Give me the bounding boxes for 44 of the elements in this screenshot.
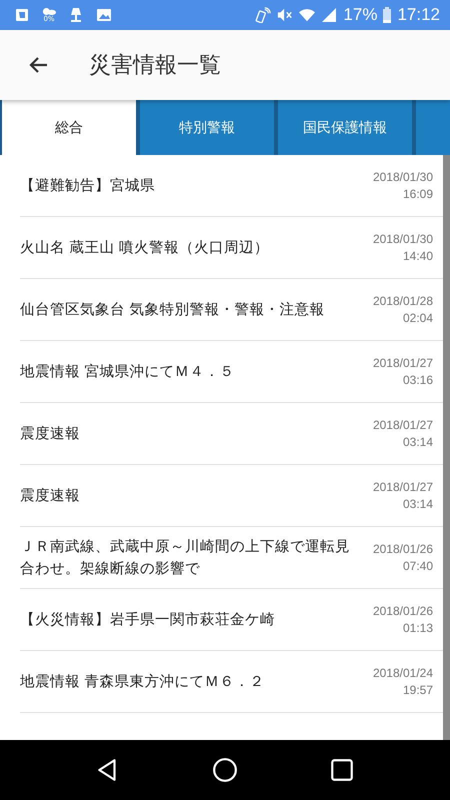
alert-title[interactable]: 震度速報 — [20, 484, 363, 506]
battery-percent: 17% — [343, 5, 378, 25]
alert-date: 2018/01/26 — [372, 602, 433, 620]
alert-title[interactable]: 地震情報 宮城県沖にてＭ４．５ — [20, 360, 363, 382]
alert-title[interactable]: 仙台管区気象台 気象特別警報・警報・注意報 — [20, 298, 363, 320]
alert-time: 16:09 — [402, 186, 433, 202]
screen-title: 災害情報一覧 — [89, 52, 221, 80]
alert-date: 2018/01/27 — [372, 416, 433, 434]
recents-icon[interactable] — [328, 757, 355, 783]
alert-title[interactable]: ＪＲ南武線、武蔵中原～川崎間の上下線で運転見合わせ。架線断線の影響で — [20, 536, 363, 580]
weather-icon — [42, 7, 56, 16]
signal-icon — [321, 7, 338, 23]
tab[interactable]: 特別警報 — [140, 100, 274, 155]
alert-time: 14:40 — [402, 248, 433, 264]
alert-time: 02:04 — [402, 310, 433, 326]
nfc-phone-icon — [255, 7, 272, 23]
alert-time: 03:14 — [402, 434, 433, 450]
alert-time: 03:16 — [402, 372, 433, 388]
alert-title[interactable]: 地震情報 青森県東方沖にてＭ６．２ — [20, 670, 363, 692]
notification-icon — [14, 7, 30, 23]
alert-time: 07:40 — [402, 558, 433, 574]
alert-date: 2018/01/27 — [372, 478, 433, 496]
alert-title[interactable]: 火山名 蔵王山 噴火警報（火口周辺） — [20, 236, 363, 258]
home-icon[interactable] — [212, 757, 238, 783]
alert-date: 2018/01/30 — [372, 230, 433, 248]
wifi-icon — [299, 7, 316, 23]
battery-icon — [383, 7, 392, 23]
alert-date: 2018/01/30 — [372, 168, 433, 186]
tab[interactable]: 総合 — [2, 100, 136, 155]
alert-title[interactable]: 【避難勧告】宮城県 — [20, 174, 363, 196]
alert-title[interactable]: 【火災情報】岩手県一関市萩荘金ケ崎 — [20, 608, 363, 630]
image-icon — [96, 7, 112, 23]
clock: 17:12 — [397, 5, 440, 25]
alert-date: 2018/01/26 — [372, 540, 433, 558]
alert-time: 01:13 — [402, 620, 433, 636]
lamp-icon — [68, 7, 84, 23]
alert-time: 03:14 — [402, 496, 433, 512]
mute-icon — [277, 7, 294, 23]
tab[interactable]: 国民保護情報 — [278, 100, 412, 155]
alert-title[interactable]: 震度速報 — [20, 422, 363, 444]
alert-date: 2018/01/24 — [372, 664, 433, 682]
alert-time: 19:57 — [402, 682, 433, 698]
alert-date: 2018/01/28 — [372, 292, 433, 310]
alert-date: 2018/01/27 — [372, 354, 433, 372]
